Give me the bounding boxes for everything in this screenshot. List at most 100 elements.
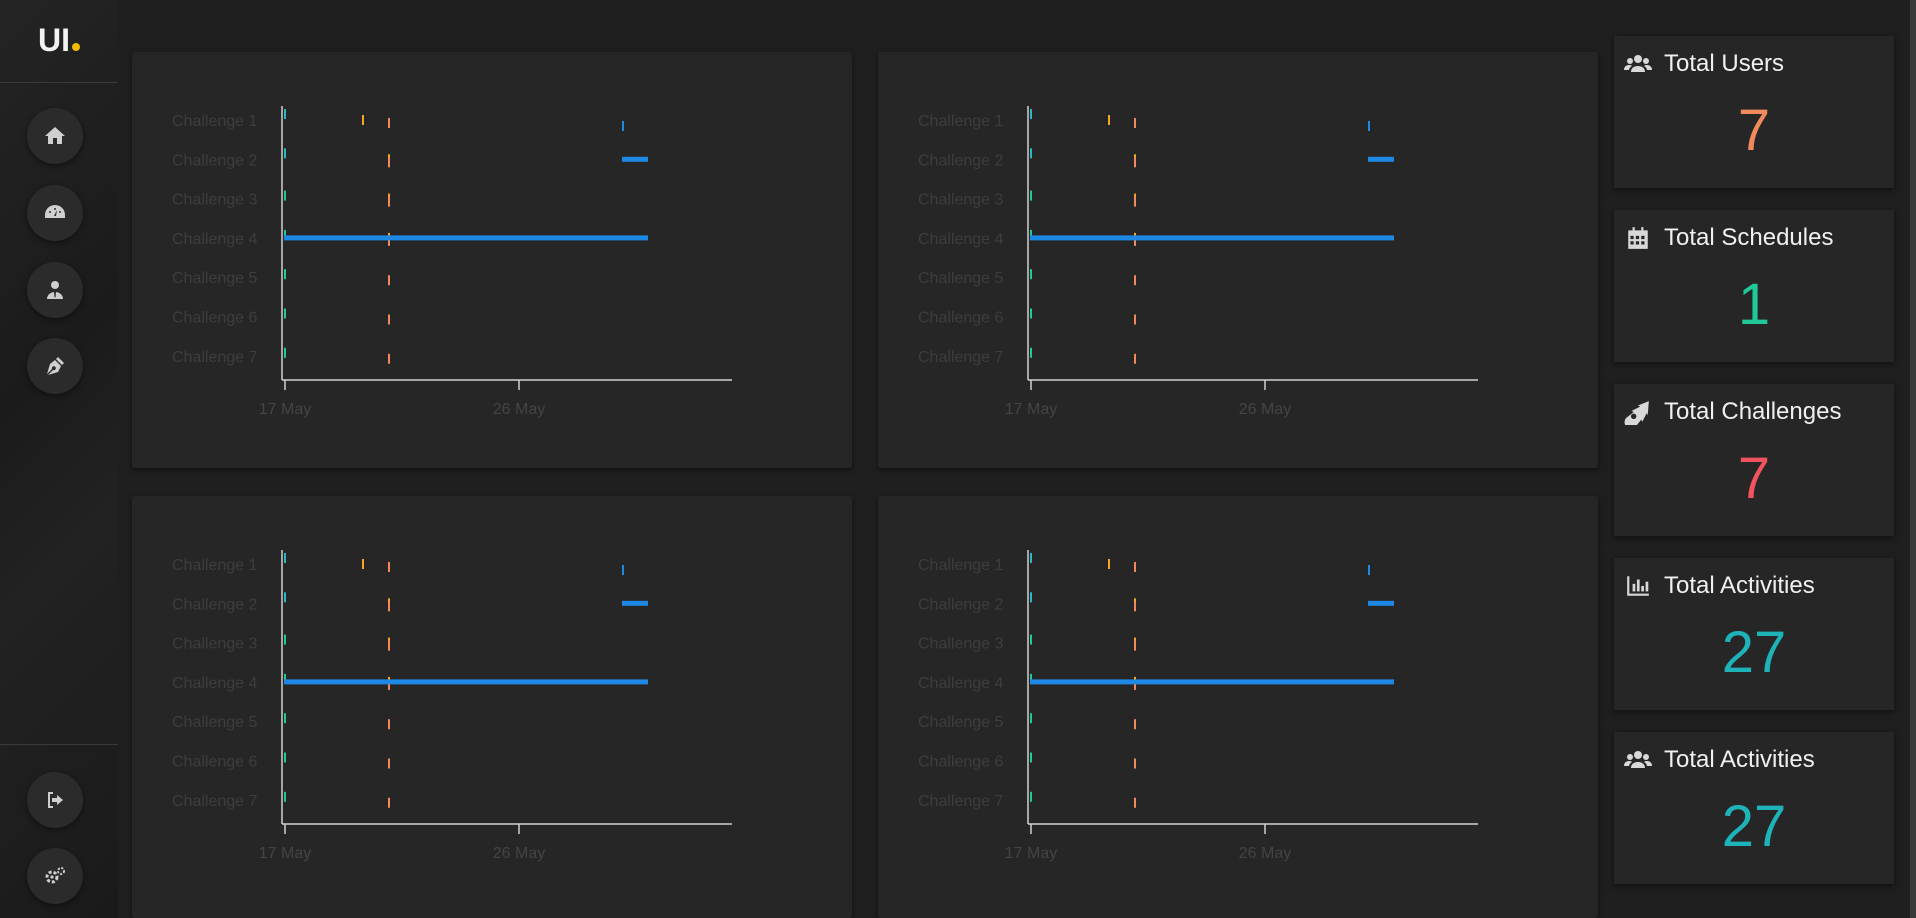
y-tick-label: Challenge 6: [918, 754, 1004, 771]
timeline-bar: [388, 353, 390, 364]
timeline-bar: [622, 156, 648, 162]
stat-card-total-challenges: Total Challenges 7: [1614, 384, 1894, 536]
chart-panel-4: Challenge 1 Challenge 2 Challenge 3 Challen…: [878, 496, 1598, 918]
x-tick-label: 17 May: [259, 401, 311, 418]
y-tick-label: Challenge 1: [172, 113, 258, 130]
y-tick-label: Challenge 4: [918, 231, 1004, 248]
timeline-bar: [284, 109, 286, 119]
x-tick-label: 17 May: [1005, 401, 1057, 418]
nav-dashboard-button[interactable]: [27, 185, 83, 241]
timeline-bar: [1108, 559, 1110, 569]
timeline-bar: [284, 752, 286, 763]
timeline-bar: [388, 275, 390, 286]
timeline-bar: [1030, 190, 1032, 201]
timeline-bar: [1134, 196, 1136, 207]
timeline-bar: [388, 562, 390, 572]
timeline-bar: [1368, 156, 1394, 162]
chart-1: Challenge 1 Challenge 2 Challenge 3 Challen…: [172, 106, 732, 418]
stat-card-total-schedules: Total Schedules 1: [1614, 210, 1894, 362]
y-tick-label: Challenge 6: [172, 754, 258, 771]
settings-button[interactable]: [27, 848, 83, 904]
y-tick-label: Challenge 7: [172, 349, 258, 366]
logout-button[interactable]: [27, 772, 83, 828]
y-tick-label: Challenge 2: [918, 152, 1004, 169]
stat-title: Total Users: [1664, 50, 1785, 77]
timeline-bar: [388, 719, 390, 730]
y-tick-label: Challenge 5: [918, 270, 1004, 287]
y-tick-label: Challenge 1: [172, 557, 258, 574]
timeline-bar: [622, 565, 624, 575]
timeline-bar: [284, 347, 286, 358]
timeline-bar: [622, 600, 648, 606]
y-tick-label: Challenge 4: [918, 675, 1004, 692]
sidebar-divider-bottom: [0, 744, 118, 745]
timeline-bar: [1134, 275, 1136, 286]
logo-dot: [72, 43, 80, 51]
timeline-bar: [388, 640, 390, 651]
timeline-bar: [1030, 791, 1032, 802]
timeline-bar: [362, 559, 364, 569]
timeline-bar: [388, 797, 390, 808]
timeline-bar: [284, 308, 286, 319]
y-tick-label: Challenge 6: [172, 310, 258, 327]
timeline-bar: [1134, 118, 1136, 128]
timeline-bar: [1134, 601, 1136, 612]
sign-out-icon: [48, 792, 63, 808]
chart-3: Challenge 1 Challenge 2 Challenge 3 Challen…: [172, 550, 732, 862]
nav-users-button[interactable]: [27, 262, 83, 318]
timeline-bar: [388, 157, 390, 168]
timeline-bar: [1030, 634, 1032, 645]
logo[interactable]: UI: [0, 20, 118, 60]
nav-home-button[interactable]: [27, 108, 83, 164]
timeline-bar: [1134, 314, 1136, 325]
timeline-bar: [284, 190, 286, 201]
stat-value: 27: [1721, 620, 1787, 685]
timeline-bar: [1030, 553, 1032, 563]
timeline-bar: [1030, 752, 1032, 763]
timeline-bar: [1030, 269, 1032, 280]
y-tick-label: Challenge 1: [918, 557, 1004, 574]
timeline-bar: [1368, 565, 1370, 575]
y-tick-label: Challenge 6: [918, 310, 1004, 327]
chart-panel-3: Challenge 1 Challenge 2 Challenge 3 Challen…: [132, 496, 852, 918]
meteor-icon: [1624, 401, 1649, 425]
timeline-bar: [284, 679, 648, 685]
timeline-bar: [1030, 347, 1032, 358]
y-tick-label: Challenge 3: [918, 636, 1004, 653]
timeline-bar: [1030, 109, 1032, 119]
timeline-bar: [1030, 713, 1032, 724]
timeline-bar: [284, 235, 648, 241]
timeline-bar: [284, 592, 286, 603]
timeline-bar: [1134, 719, 1136, 730]
y-tick-label: Challenge 4: [172, 675, 258, 692]
stat-title: Total Schedules: [1664, 224, 1834, 251]
cogs-icon: [45, 867, 65, 884]
timeline-bar: [1134, 157, 1136, 168]
timeline-bar: [388, 314, 390, 325]
calendar-icon: [1628, 227, 1648, 249]
timeline-bar: [284, 148, 286, 159]
home-icon: [45, 127, 65, 144]
users-icon: [1624, 55, 1652, 72]
timeline-bar: [1030, 235, 1394, 241]
y-tick-label: Challenge 3: [172, 192, 258, 209]
y-tick-label: Challenge 5: [172, 270, 258, 287]
bar-chart-icon: [1627, 576, 1649, 596]
stat-card-total-activities: Total Activities 27: [1614, 558, 1894, 710]
x-tick-label: 26 May: [493, 401, 545, 418]
timeline-bar: [1368, 121, 1370, 131]
timeline-bar: [1134, 797, 1136, 808]
chart-panel-2: Challenge 1 Challenge 2 Challenge 3 Challen…: [878, 52, 1598, 468]
y-tick-label: Challenge 3: [918, 192, 1004, 209]
timeline-bar: [388, 118, 390, 128]
timeline-bar: [1134, 758, 1136, 769]
logo-text: UI: [38, 22, 70, 58]
stat-value: 7: [1737, 446, 1771, 511]
timeline-bar: [388, 758, 390, 769]
x-tick-label: 26 May: [493, 845, 545, 862]
y-tick-label: Challenge 4: [172, 231, 258, 248]
y-tick-label: Challenge 5: [172, 714, 258, 731]
timeline-bar: [362, 115, 364, 125]
page-scrollbar[interactable]: [1910, 0, 1916, 918]
nav-editor-button[interactable]: [27, 338, 83, 394]
